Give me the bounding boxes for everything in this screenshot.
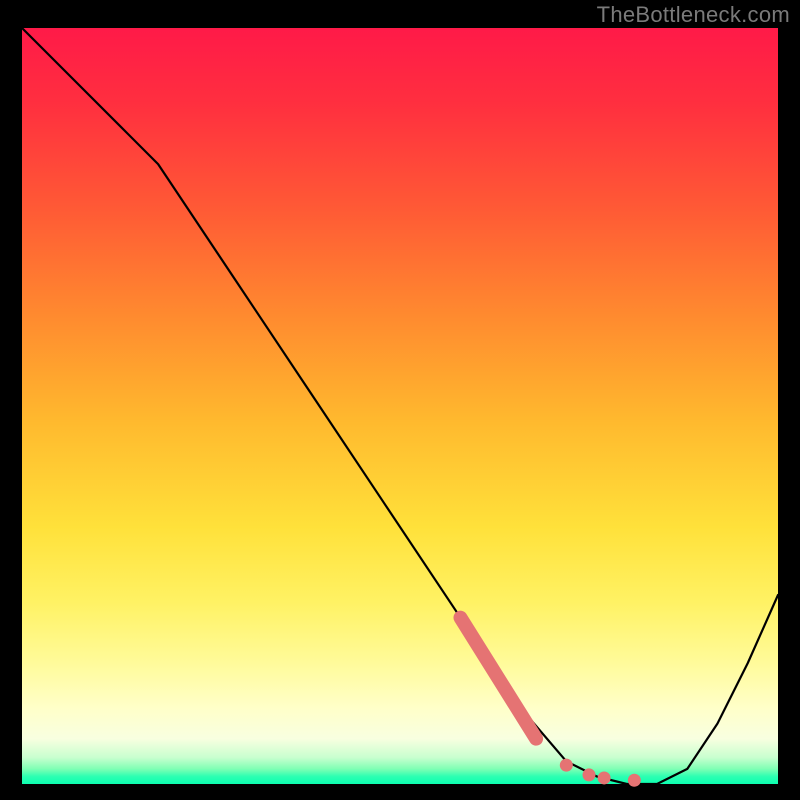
watermark-text: TheBottleneck.com (597, 2, 790, 28)
chart-svg (22, 28, 778, 784)
valley-dot (628, 774, 641, 787)
valley-dot (560, 759, 573, 772)
plot-area (22, 28, 778, 784)
highlight-segment (460, 618, 536, 739)
bottleneck-curve (22, 28, 778, 784)
valley-dot (583, 768, 596, 781)
valley-dot (598, 771, 611, 784)
chart-frame: TheBottleneck.com (0, 0, 800, 800)
valley-dots (560, 759, 641, 787)
